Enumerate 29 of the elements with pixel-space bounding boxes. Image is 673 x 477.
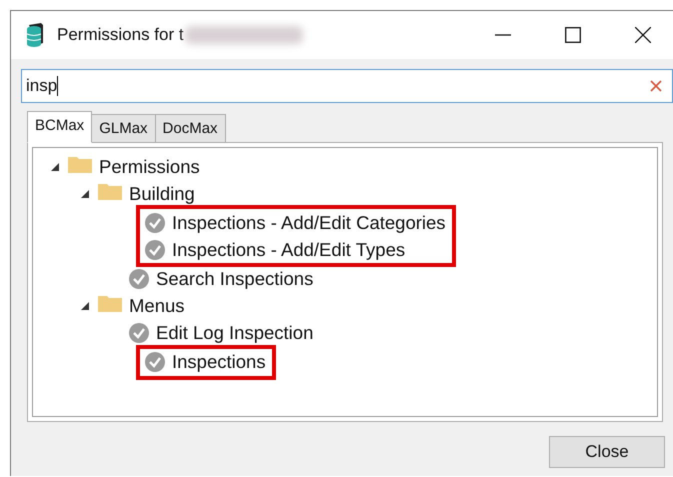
folder-icon [98, 294, 122, 312]
expander-icon[interactable] [80, 301, 90, 311]
tab[interactable]: GLMax [91, 114, 156, 143]
close-button[interactable]: Close [549, 436, 665, 468]
tree-item[interactable]: Edit Log Inspection [156, 322, 314, 344]
close-icon[interactable] [635, 27, 651, 43]
tab[interactable]: DocMax [154, 114, 226, 143]
tree-item[interactable]: Inspections - Add/Edit Categories [172, 212, 446, 234]
check-icon [128, 268, 150, 290]
check-icon [128, 322, 150, 344]
tree-item[interactable]: Menus [129, 295, 185, 317]
tree-item[interactable]: Building [129, 182, 195, 204]
tab[interactable]: BCMax [27, 111, 92, 143]
folder-icon [98, 182, 122, 200]
app-icon [25, 23, 45, 47]
check-icon [144, 212, 166, 234]
tree-item[interactable]: Search Inspections [156, 268, 314, 290]
tree-item[interactable]: Permissions [99, 156, 200, 178]
tree-item[interactable]: Inspections [172, 351, 266, 373]
maximize-icon[interactable] [565, 27, 581, 43]
expander-icon[interactable] [80, 188, 90, 198]
check-icon [144, 351, 166, 373]
tree-item[interactable]: Inspections - Add/Edit Types [172, 238, 406, 260]
folder-icon [68, 154, 92, 172]
window-title: Permissions for t [57, 25, 184, 45]
clear-icon[interactable] [650, 80, 662, 92]
check-icon [144, 238, 166, 260]
search-field[interactable]: insp [21, 69, 673, 103]
expander-icon[interactable] [50, 162, 60, 172]
